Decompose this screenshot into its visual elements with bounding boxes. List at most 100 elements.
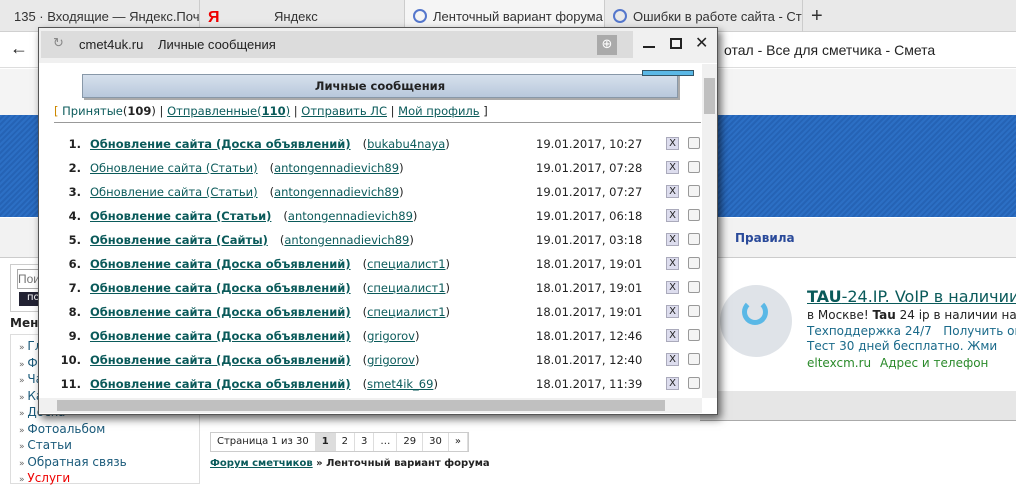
message-author: (специалист1) (362, 257, 451, 271)
message-row: 7. Обновление сайта (Доска объявлений) (с… (39, 281, 700, 301)
message-row: 3. Обновление сайта (Статьи) (antongennad… (39, 185, 700, 205)
sent-link[interactable]: Отправленные (167, 104, 257, 118)
minimize-button[interactable] (643, 46, 655, 48)
ad-text: в Москве! (807, 308, 873, 322)
nav-rules-link[interactable]: Правила (735, 231, 795, 245)
delete-button[interactable]: X (666, 137, 679, 150)
delete-button[interactable]: X (666, 161, 679, 174)
author-link[interactable]: antongennadievich89 (284, 233, 409, 247)
new-tab-button[interactable]: + (803, 0, 833, 32)
author-link[interactable]: antongennadievich89 (288, 209, 413, 223)
message-title-link[interactable]: Обновление сайта (Доска объявлений) (grig… (90, 353, 419, 367)
maximize-button[interactable] (670, 38, 682, 49)
message-date: 18.01.2017, 12:46 (536, 329, 643, 343)
message-row: 5. Обновление сайта (Сайты) (antongennadi… (39, 233, 700, 253)
select-checkbox[interactable] (688, 305, 700, 317)
reload-icon[interactable]: ↻ (53, 36, 64, 51)
ad-line3[interactable]: Тест 30 дней бесплатно. Жми (807, 339, 997, 353)
scroll-thumb[interactable] (704, 78, 715, 114)
delete-button[interactable]: X (666, 377, 679, 390)
ad-title[interactable]: TAU-24.IP. VoIP в наличии (807, 287, 1016, 306)
page-link[interactable]: 1 (315, 433, 336, 451)
message-title-link[interactable]: Обновление сайта (Доска объявлений) (спец… (90, 281, 450, 295)
select-checkbox[interactable] (688, 137, 700, 149)
breadcrumb-forum-link[interactable]: Форум сметчиков (210, 458, 313, 469)
author-link[interactable]: grigorov (367, 353, 415, 367)
message-title-link[interactable]: Обновление сайта (Статьи) (antongennadiev… (90, 209, 417, 223)
page-link[interactable]: 29 (397, 433, 424, 451)
select-checkbox[interactable] (688, 233, 700, 245)
message-date: 18.01.2017, 11:39 (536, 377, 643, 391)
page-link[interactable]: 2 (336, 433, 356, 451)
menu-item[interactable]: Фотоальбом (19, 422, 199, 439)
message-author: (antongennadievich89) (279, 233, 414, 247)
delete-button[interactable]: X (666, 353, 679, 366)
ad-domain[interactable]: eltexcm.ru (807, 356, 871, 370)
page-link[interactable]: 30 (423, 433, 449, 451)
author-link[interactable]: специалист1 (367, 257, 445, 271)
delete-button[interactable]: X (666, 281, 679, 294)
select-checkbox[interactable] (688, 209, 700, 221)
message-title-link[interactable]: Обновление сайта (Доска объявлений) (buka… (90, 137, 450, 151)
select-checkbox[interactable] (688, 185, 700, 197)
close-button[interactable]: ✕ (695, 33, 708, 52)
bracket: [ (54, 104, 63, 118)
select-checkbox[interactable] (688, 353, 700, 365)
message-title-link[interactable]: Обновление сайта (Доска объявлений) (grig… (90, 329, 419, 343)
ad-contact[interactable]: Адрес и телефон (880, 356, 988, 370)
author-link[interactable]: bukabu4naya (367, 137, 445, 151)
resize-handle[interactable] (642, 70, 694, 76)
author-link[interactable]: smet4ik_69 (367, 377, 433, 391)
message-number: 2. (68, 161, 81, 175)
author-link[interactable]: grigorov (367, 329, 415, 343)
globe-icon[interactable]: ⊕ (597, 35, 617, 55)
send-message-link[interactable]: Отправить ЛС (301, 104, 387, 118)
menu-item[interactable]: Услуги (19, 471, 199, 488)
author-link[interactable]: специалист1 (367, 305, 445, 319)
message-row: 6. Обновление сайта (Доска объявлений) (с… (39, 257, 700, 277)
ad-logo-icon (742, 299, 768, 325)
profile-link[interactable]: Мой профиль (398, 104, 479, 118)
select-checkbox[interactable] (688, 329, 700, 341)
delete-button[interactable]: X (666, 185, 679, 198)
delete-button[interactable]: X (666, 209, 679, 222)
message-title-link[interactable]: Обновление сайта (Доска объявлений) (спец… (90, 305, 450, 319)
delete-button[interactable]: X (666, 257, 679, 270)
message-title-link[interactable]: Обновление сайта (Сайты) (antongennadievi… (90, 233, 414, 247)
author-link[interactable]: специалист1 (367, 281, 445, 295)
page-link[interactable]: » (449, 433, 469, 451)
delete-button[interactable]: X (666, 233, 679, 246)
pagination-label: Страница 1 из 30 (211, 433, 316, 451)
message-date: 18.01.2017, 12:40 (536, 353, 643, 367)
select-checkbox[interactable] (688, 161, 700, 173)
page-title-tail: отал - Все для сметчика - Смета (724, 42, 936, 58)
message-title-link[interactable]: Обновление сайта (Доска объявлений) (спец… (90, 257, 450, 271)
ad-image (720, 285, 792, 357)
page-link[interactable]: … (374, 433, 398, 451)
message-title-link[interactable]: Обновление сайта (Статьи) (antongennadiev… (90, 161, 404, 175)
select-checkbox[interactable] (688, 257, 700, 269)
delete-button[interactable]: X (666, 305, 679, 318)
menu-item[interactable]: Обратная связь (19, 455, 199, 472)
back-icon[interactable]: ← (10, 38, 28, 59)
author-link[interactable]: antongennadievich89 (274, 185, 399, 199)
horizontal-scrollbar[interactable] (39, 398, 702, 413)
page-link[interactable]: 3 (355, 433, 375, 451)
message-title: Обновление сайта (Статьи) (90, 185, 258, 199)
yandex-icon: Я (208, 9, 220, 26)
delete-button[interactable]: X (666, 329, 679, 342)
message-number: 3. (68, 185, 81, 199)
menu-item[interactable]: Статьи (19, 438, 199, 455)
ad-line2[interactable]: Техподдержка 24/7 Получить опт (807, 324, 1016, 338)
ad-title-bold: TAU (807, 287, 842, 306)
vertical-scrollbar[interactable] (702, 64, 717, 398)
message-title-link[interactable]: Обновление сайта (Статьи) (antongennadiev… (90, 185, 404, 199)
scroll-thumb[interactable] (57, 400, 665, 411)
author-link[interactable]: antongennadievich89 (274, 161, 399, 175)
select-checkbox[interactable] (688, 377, 700, 389)
message-title: Обновление сайта (Доска объявлений) (90, 137, 351, 151)
select-checkbox[interactable] (688, 281, 700, 293)
message-author: (grigorov) (362, 353, 420, 367)
inbox-link[interactable]: Принятые (62, 104, 123, 118)
message-title-link[interactable]: Обновление сайта (Доска объявлений) (smet… (90, 377, 438, 391)
